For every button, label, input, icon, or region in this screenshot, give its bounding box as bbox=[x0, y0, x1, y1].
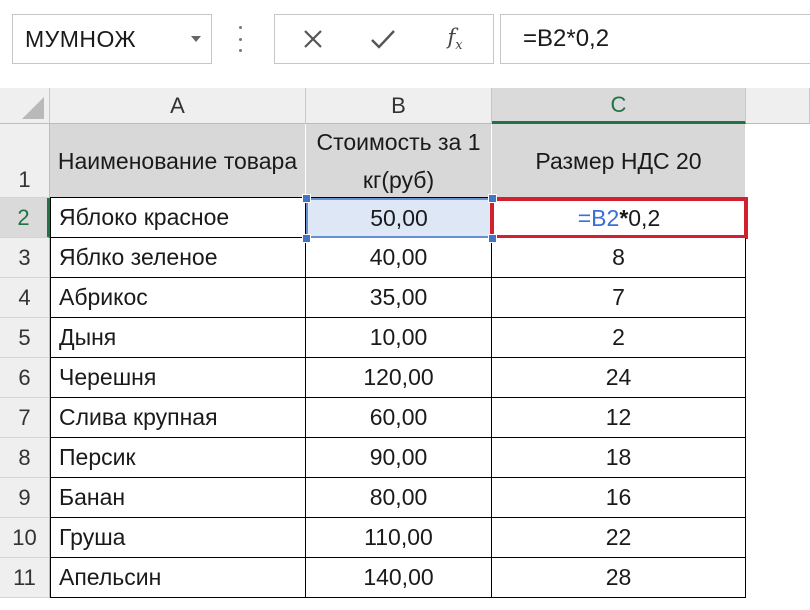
cell-product-name[interactable]: Слива крупная bbox=[50, 398, 306, 438]
header-cell-price[interactable]: Стоимость за 1 кг(руб) bbox=[306, 124, 492, 198]
cell-price[interactable]: 10,00 bbox=[306, 318, 492, 358]
row-header-10[interactable]: 10 bbox=[0, 518, 50, 558]
checkmark-icon bbox=[371, 30, 395, 49]
name-box[interactable]: МУМНОЖ bbox=[12, 14, 212, 64]
cell-product-name[interactable]: Черешня bbox=[50, 358, 306, 398]
formula-reference: B2 bbox=[591, 204, 620, 231]
column-header-c[interactable]: C bbox=[492, 88, 746, 124]
enter-button[interactable] bbox=[353, 15, 413, 63]
formula-bar-buttons: fx bbox=[274, 14, 494, 64]
formula-bar: МУМНОЖ fx =B2*0,2 bbox=[0, 0, 810, 80]
column-header-a[interactable]: A bbox=[50, 88, 306, 124]
select-all-icon bbox=[22, 97, 44, 119]
cell-product-name[interactable]: Яблко зеленое bbox=[50, 238, 306, 278]
cell-vat[interactable]: 8 bbox=[492, 238, 746, 278]
cell-price[interactable]: 110,00 bbox=[306, 518, 492, 558]
column-header-d[interactable] bbox=[746, 88, 810, 124]
cell-price[interactable]: 80,00 bbox=[306, 478, 492, 518]
row-header-6[interactable]: 6 bbox=[0, 358, 50, 398]
row-header-3[interactable]: 3 bbox=[0, 238, 50, 278]
cell-product-name[interactable]: Абрикос bbox=[50, 278, 306, 318]
cell-price[interactable]: 120,00 bbox=[306, 358, 492, 398]
chevron-down-icon[interactable] bbox=[191, 36, 201, 42]
cell-b2-selected[interactable]: 50,00 bbox=[306, 198, 492, 238]
cell-c2-editing[interactable]: = B2 * 0,2 bbox=[490, 197, 748, 239]
insert-function-button[interactable]: fx bbox=[425, 15, 485, 63]
table-top-border bbox=[50, 197, 492, 198]
formula-equals: = bbox=[577, 204, 592, 231]
cell-price[interactable]: 140,00 bbox=[306, 558, 492, 598]
row-header-2[interactable]: 2 bbox=[0, 198, 50, 238]
select-all-corner[interactable] bbox=[0, 88, 50, 124]
cell-price[interactable]: 40,00 bbox=[306, 238, 492, 278]
cell-price[interactable]: 35,00 bbox=[306, 278, 492, 318]
selection-handle[interactable] bbox=[488, 194, 497, 203]
selection-handle[interactable] bbox=[488, 234, 497, 243]
cell-product-name[interactable]: Яблоко красное bbox=[50, 198, 306, 238]
cancel-button[interactable] bbox=[283, 15, 343, 63]
header-cell-name[interactable]: Наименование товара bbox=[50, 124, 306, 198]
row-header-4[interactable]: 4 bbox=[0, 278, 50, 318]
row-header-8[interactable]: 8 bbox=[0, 438, 50, 478]
cell-vat[interactable]: 18 bbox=[492, 438, 746, 478]
row-header-5[interactable]: 5 bbox=[0, 318, 50, 358]
header-cell-vat[interactable]: Размер НДС 20 bbox=[492, 124, 746, 198]
cell-price[interactable]: 60,00 bbox=[306, 398, 492, 438]
name-box-value: МУМНОЖ bbox=[25, 25, 137, 52]
function-icon: fx bbox=[447, 24, 463, 54]
formula-operator: * bbox=[619, 204, 629, 231]
cell-price[interactable]: 90,00 bbox=[306, 438, 492, 478]
selection-handle[interactable] bbox=[302, 234, 311, 243]
formula-text: =B2*0,2 bbox=[523, 25, 610, 52]
row-header-1[interactable]: 1 bbox=[0, 124, 50, 198]
cell-product-name[interactable]: Апельсин bbox=[50, 558, 306, 598]
formula-constant: 0,2 bbox=[628, 204, 661, 231]
cell-product-name[interactable]: Персик bbox=[50, 438, 306, 478]
cell-vat[interactable]: 12 bbox=[492, 398, 746, 438]
row-header-11[interactable]: 11 bbox=[0, 558, 50, 598]
formula-input[interactable]: =B2*0,2 bbox=[500, 14, 810, 64]
cell-vat[interactable]: 16 bbox=[492, 478, 746, 518]
cell-product-name[interactable]: Банан bbox=[50, 478, 306, 518]
cell-vat[interactable]: 2 bbox=[492, 318, 746, 358]
selection-handle[interactable] bbox=[302, 194, 311, 203]
vertical-dots-icon[interactable] bbox=[237, 26, 243, 52]
cell-vat[interactable]: 7 bbox=[492, 278, 746, 318]
cell-vat[interactable]: 24 bbox=[492, 358, 746, 398]
cell-product-name[interactable]: Дыня bbox=[50, 318, 306, 358]
cell-vat[interactable]: 22 bbox=[492, 518, 746, 558]
row-header-9[interactable]: 9 bbox=[0, 478, 50, 518]
column-header-b[interactable]: B bbox=[306, 88, 492, 124]
close-icon bbox=[304, 30, 322, 48]
cell-vat[interactable]: 28 bbox=[492, 558, 746, 598]
cell-product-name[interactable]: Груша bbox=[50, 518, 306, 558]
row-header-7[interactable]: 7 bbox=[0, 398, 50, 438]
